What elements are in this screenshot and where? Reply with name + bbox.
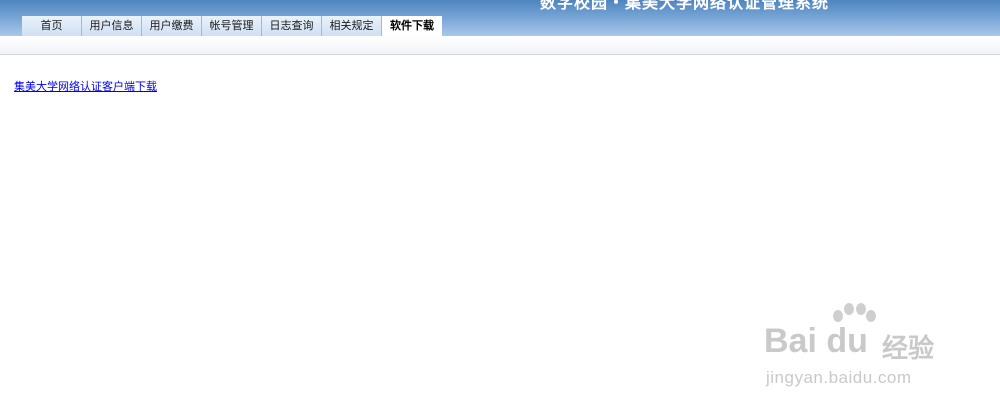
tab-home[interactable]: 首页 bbox=[22, 16, 82, 36]
tab-user-info[interactable]: 用户信息 bbox=[82, 16, 142, 36]
paw-icon bbox=[833, 303, 876, 322]
tab-regulations[interactable]: 相关规定 bbox=[322, 16, 382, 36]
client-download-link[interactable]: 集美大学网络认证客户端下载 bbox=[14, 78, 157, 94]
tab-log-query[interactable]: 日志查询 bbox=[262, 16, 322, 36]
tab-account-management[interactable]: 帐号管理 bbox=[202, 16, 262, 36]
main-nav: 首页 用户信息 用户缴费 帐号管理 日志查询 相关规定 软件下载 bbox=[22, 16, 442, 36]
watermark-jingyan: 经验 bbox=[882, 334, 935, 364]
watermark-url: jingyan.baidu.com bbox=[766, 368, 912, 387]
sub-toolbar bbox=[0, 36, 1000, 55]
baidu-jingyan-watermark: Bai du 经验 jingyan.baidu.com bbox=[764, 300, 964, 400]
system-title: 数字校园・集美大学网络认证管理系统 bbox=[540, 0, 830, 12]
tab-software-download[interactable]: 软件下载 bbox=[382, 16, 442, 36]
tab-user-payment[interactable]: 用户缴费 bbox=[142, 16, 202, 36]
page: 数字校园・集美大学网络认证管理系统 首页 用户信息 用户缴费 帐号管理 日志查询… bbox=[0, 0, 1000, 414]
